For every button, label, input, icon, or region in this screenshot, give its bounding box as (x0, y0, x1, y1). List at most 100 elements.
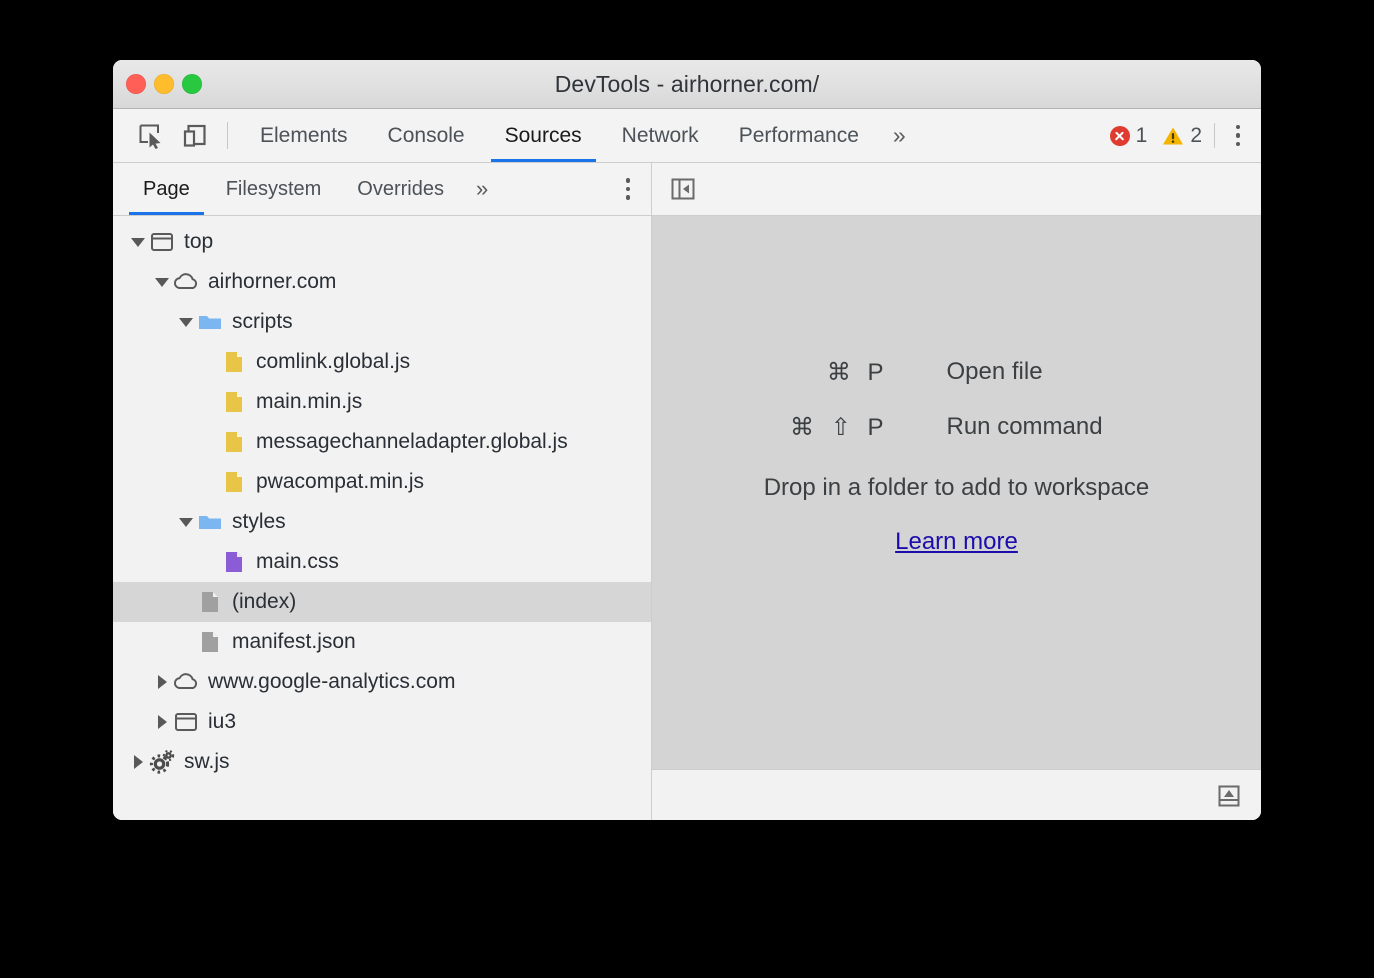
expand-arrow-open-icon[interactable] (175, 318, 197, 327)
kebab-dot (626, 178, 631, 183)
tab-network[interactable]: Network (602, 109, 719, 162)
expand-arrow-closed-icon[interactable] (151, 715, 173, 729)
tree-row[interactable]: messagechanneladapter.global.js (113, 422, 651, 462)
warning-icon (1162, 126, 1184, 146)
cloud-icon-wrap (173, 669, 199, 695)
tree-row-label: (index) (232, 590, 296, 614)
cloud-icon (173, 269, 199, 295)
file-tree: topairhorner.com scripts comlink.global.js… (113, 216, 651, 820)
maximize-window-button[interactable] (182, 74, 202, 94)
kebab-dot (626, 187, 631, 192)
nav-tab-filesystem[interactable]: Filesystem (208, 163, 340, 215)
device-toolbar-button[interactable] (173, 109, 217, 162)
device-toolbar-icon (182, 123, 208, 149)
customize-devtools-button[interactable] (1215, 109, 1261, 162)
document-file-icon (197, 589, 223, 615)
minimize-window-button[interactable] (154, 74, 174, 94)
more-navigator-tabs-button[interactable]: » (462, 163, 502, 215)
tree-row-label: messagechanneladapter.global.js (256, 430, 568, 454)
expand-arrow-open-icon[interactable] (127, 238, 149, 247)
window-title: DevTools - airhorner.com/ (113, 71, 1261, 98)
show-drawer-button[interactable] (1215, 782, 1243, 810)
close-window-button[interactable] (126, 74, 146, 94)
tree-row[interactable]: (index) (113, 582, 651, 622)
js-file-icon (221, 389, 247, 415)
triangle (131, 238, 145, 247)
tree-row[interactable]: main.css (113, 542, 651, 582)
tree-row[interactable]: scripts (113, 302, 651, 342)
show-drawer-icon (1215, 782, 1243, 810)
issue-counters: 1 2 (1110, 109, 1214, 162)
traffic-lights (126, 60, 202, 108)
triangle (158, 715, 167, 729)
tab-elements-label: Elements (260, 124, 348, 148)
tree-row[interactable]: www.google-analytics.com (113, 662, 651, 702)
tree-row-label: main.css (256, 550, 339, 574)
shortcut-open-file-keys: ⌘ P (747, 358, 947, 387)
tree-row[interactable]: sw.js (113, 742, 651, 782)
frame-icon-wrap (149, 229, 175, 255)
expand-arrow-open-icon[interactable] (175, 518, 197, 527)
shortcut-run-command: ⌘ ⇧ P Run command (747, 413, 1167, 442)
triangle (179, 318, 193, 327)
tab-network-label: Network (622, 124, 699, 148)
tree-row[interactable]: iu3 (113, 702, 651, 742)
expand-arrow-closed-icon[interactable] (127, 755, 149, 769)
expand-arrow-closed-icon[interactable] (151, 675, 173, 689)
js-file-icon (221, 349, 247, 375)
tree-row[interactable]: manifest.json (113, 622, 651, 662)
shortcut-open-file-action: Open file (947, 358, 1043, 386)
document-file-icon-wrap (197, 629, 223, 655)
tree-row-label: sw.js (184, 750, 230, 774)
service-worker-icon (149, 749, 175, 775)
tree-row[interactable]: top (113, 222, 651, 262)
frame-icon (149, 229, 175, 255)
folder-icon (197, 309, 223, 335)
tree-row-label: manifest.json (232, 630, 356, 654)
learn-more-link[interactable]: Learn more (895, 528, 1018, 556)
nav-tab-overrides[interactable]: Overrides (339, 163, 462, 215)
kebab-dot (1236, 142, 1241, 147)
navigator-toolbar: Page Filesystem Overrides » (113, 163, 651, 216)
nav-tab-filesystem-label: Filesystem (226, 178, 322, 201)
tree-row[interactable]: comlink.global.js (113, 342, 651, 382)
tree-row-label: iu3 (208, 710, 236, 734)
service-worker-icon-wrap (149, 749, 175, 775)
tab-console[interactable]: Console (368, 109, 485, 162)
panel-tab-list: Elements Console Sources Network Perform… (240, 109, 879, 162)
sources-panel: Page Filesystem Overrides » topairhorner… (113, 163, 1261, 820)
editor-area: ⌘ P Open file ⌘ ⇧ P Run command Drop in … (652, 163, 1261, 820)
tab-performance[interactable]: Performance (719, 109, 879, 162)
editor-empty-state: ⌘ P Open file ⌘ ⇧ P Run command Drop in … (652, 216, 1261, 769)
warning-counter[interactable]: 2 (1162, 124, 1202, 148)
tree-row-label: pwacompat.min.js (256, 470, 424, 494)
collapse-navigator-button[interactable] (669, 175, 697, 203)
kebab-dot (1236, 125, 1241, 130)
navigator-options-button[interactable] (605, 163, 651, 215)
warning-count: 2 (1190, 124, 1202, 148)
tree-row-label: comlink.global.js (256, 350, 410, 374)
tab-performance-label: Performance (739, 124, 859, 148)
error-counter[interactable]: 1 (1110, 124, 1148, 148)
expand-arrow-open-icon[interactable] (151, 278, 173, 287)
navigator-sidebar: Page Filesystem Overrides » topairhorner… (113, 163, 652, 820)
shortcut-run-command-action: Run command (947, 413, 1103, 441)
more-panels-button[interactable]: » (879, 109, 922, 162)
tree-row[interactable]: styles (113, 502, 651, 542)
cloud-icon-wrap (173, 269, 199, 295)
tree-row[interactable]: main.min.js (113, 382, 651, 422)
document-file-icon-wrap (197, 589, 223, 615)
tab-sources[interactable]: Sources (485, 109, 602, 162)
tree-row[interactable]: pwacompat.min.js (113, 462, 651, 502)
triangle (155, 278, 169, 287)
js-file-icon-wrap (221, 349, 247, 375)
tab-elements[interactable]: Elements (240, 109, 368, 162)
kebab-dot (626, 195, 631, 200)
inspect-element-icon (138, 123, 164, 149)
folder-icon (197, 509, 223, 535)
tree-row[interactable]: airhorner.com (113, 262, 651, 302)
tree-row-label: www.google-analytics.com (208, 670, 455, 694)
tree-row-label: scripts (232, 310, 293, 334)
inspect-element-button[interactable] (129, 109, 173, 162)
nav-tab-page[interactable]: Page (125, 163, 208, 215)
